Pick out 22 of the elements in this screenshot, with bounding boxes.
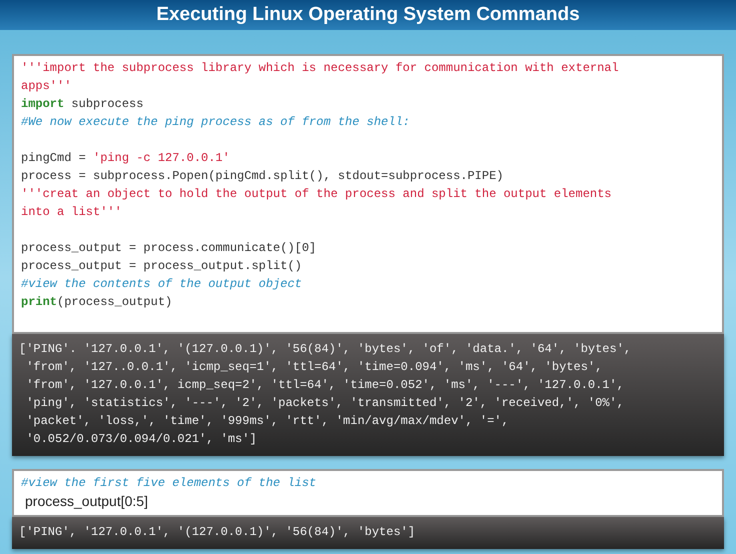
output-line: 'from', '127.0.0.1', icmp_seq=2', 'ttl=64', 'time=0.052', 'ms', '---', '127.0.0.1',	[25, 377, 624, 394]
code-line: #view the first five elements of the list	[21, 475, 316, 492]
code-line: '''creat an object to hold the output of the process and split the output elements	[21, 186, 612, 203]
output-line: 'packet', 'loss,', 'time', '999ms', 'rtt', 'min/avg/max/mdev', '=',	[25, 413, 509, 430]
code-line: #view the contents of the output object	[21, 276, 302, 293]
code-line: import subprocess	[21, 96, 144, 113]
code-line: process_output[0:5]	[24, 492, 148, 511]
code-line: #We now execute the ping process as of from the shell:	[21, 114, 410, 131]
output-line: '0.052/0.073/0.094/0.021', 'ms']	[25, 431, 257, 448]
code-line: pingCmd = 'ping -c 127.0.0.1'	[21, 150, 230, 167]
code-line: print(process_output)	[21, 294, 172, 311]
output-line: 'from', '127..0.0.1', 'icmp_seq=1', 'ttl=64', 'time=0.094', 'ms', '64', 'bytes',	[25, 359, 602, 376]
output-line: 'ping', 'statistics', '---', '2', 'packets', 'transmitted', '2', 'received,', '0%',	[25, 395, 624, 412]
output-line: ['PING'. '127.0.0.1', '(127.0.0.1)', '56(84)', 'bytes', 'of', 'data.', '64', 'bytes',	[19, 341, 632, 358]
code-line: apps'''	[21, 78, 72, 95]
output-line: ['PING', '127.0.0.1', '(127.0.0.1)', '56(84)', 'bytes']	[19, 524, 416, 541]
code-line: process = subprocess.Popen(pingCmd.split(), stdout=subprocess.PIPE)	[21, 168, 504, 185]
code-line: process_output = process_output.split()	[21, 258, 302, 275]
page-title: Executing Linux Operating System Commands	[156, 2, 580, 27]
code-line: into a list'''	[21, 204, 122, 221]
code-line: process_output = process.communicate()[0]	[21, 240, 316, 257]
code-line: '''import the subprocess library which is necessary for communication with external	[21, 60, 619, 77]
